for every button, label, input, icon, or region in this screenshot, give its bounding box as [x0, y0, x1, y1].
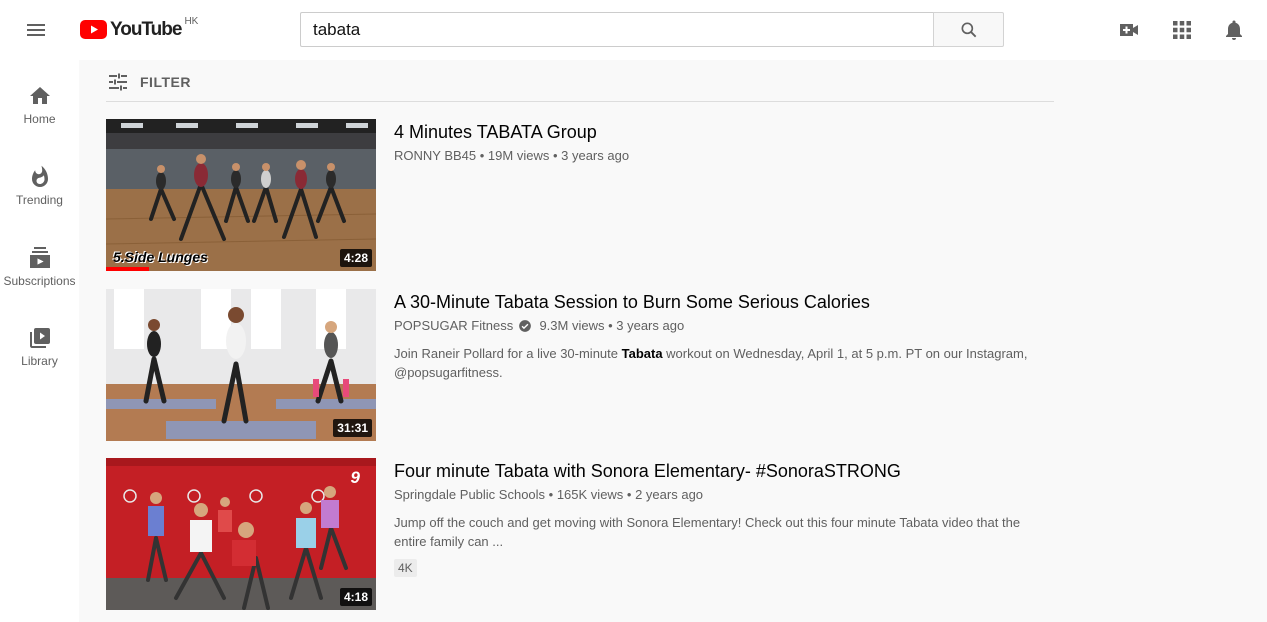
thumbnail-caption: 5.Side Lunges	[113, 249, 208, 265]
sidebar-item-subscriptions[interactable]: Subscriptions	[0, 222, 79, 296]
verified-check-icon	[519, 319, 532, 332]
guide-menu-button[interactable]	[24, 18, 48, 42]
sidebar-item-home[interactable]: Home	[0, 60, 79, 134]
upload-age: 2 years ago	[635, 487, 704, 502]
video-title[interactable]: A 30-Minute Tabata Session to Burn Some …	[394, 292, 870, 313]
quality-badge: 4K	[394, 559, 417, 577]
apps-grid-icon	[1173, 21, 1191, 39]
channel-name[interactable]: RONNY BB45	[394, 148, 476, 163]
channel-name[interactable]: POPSUGAR Fitness	[394, 318, 513, 333]
description-highlight: Tabata	[621, 346, 663, 361]
thumbnail-number: 9	[350, 468, 360, 487]
view-count: 165K views	[556, 487, 624, 502]
masthead: YouTube HK	[0, 0, 1267, 60]
video-thumbnail[interactable]: 31:31	[106, 289, 376, 441]
upload-age: 3 years ago	[561, 148, 630, 163]
video-description: Join Raneir Pollard for a live 30-minute…	[394, 344, 1044, 382]
search-button[interactable]	[933, 12, 1004, 47]
video-result[interactable]: 9 4:18 Four minute Tabata with Sonora El…	[106, 458, 1054, 610]
meta-separator: •	[623, 487, 636, 502]
video-duration: 31:31	[333, 419, 372, 437]
meta-separator: •	[604, 318, 617, 333]
sidebar-item-label: Library	[21, 354, 58, 368]
video-title[interactable]: 4 Minutes TABATA Group	[394, 122, 597, 143]
video-duration: 4:18	[339, 588, 372, 606]
region-code: HK	[184, 16, 199, 27]
subscriptions-icon	[29, 247, 50, 268]
youtube-play-icon	[80, 20, 107, 39]
filter-sliders-icon	[109, 73, 127, 91]
sidebar-item-trending[interactable]: Trending	[0, 141, 79, 215]
video-metadata: POPSUGAR Fitness 9.3M views • 3 years ag…	[394, 318, 684, 333]
video-camera-plus-icon	[1120, 24, 1138, 36]
view-count: 19M views	[487, 148, 550, 163]
sidebar-item-label: Trending	[16, 193, 63, 207]
apps-button[interactable]	[1170, 18, 1194, 42]
sidebar-item-label: Home	[23, 112, 56, 126]
view-count: 9.3M views	[539, 318, 605, 333]
watch-progress-bar	[106, 267, 150, 271]
create-video-button[interactable]	[1117, 18, 1141, 42]
filter-label: FILTER	[140, 74, 191, 90]
video-metadata: Springdale Public Schools • 165K views •…	[394, 487, 703, 502]
upload-age: 3 years ago	[616, 318, 685, 333]
library-icon	[29, 328, 50, 348]
meta-separator: •	[545, 487, 557, 502]
meta-separator	[532, 318, 539, 333]
video-thumbnail[interactable]: 9 4:18	[106, 458, 376, 610]
video-description: Jump off the couch and get moving with S…	[394, 515, 1021, 549]
mini-guide: Home Trending Subscriptions Library	[0, 60, 79, 622]
meta-separator: •	[549, 148, 562, 163]
home-icon	[29, 87, 50, 104]
filter-bar: FILTER	[106, 62, 1054, 102]
gym-kids-scene-image	[106, 458, 376, 610]
sidebar-item-label: Subscriptions	[3, 274, 76, 288]
video-metadata: RONNY BB45 • 19M views • 3 years ago	[394, 148, 629, 163]
logo-text: YouTube	[110, 19, 182, 40]
hamburger-icon	[27, 24, 45, 36]
search-icon	[961, 22, 976, 37]
youtube-logo[interactable]: YouTube HK	[80, 16, 199, 42]
channel-name[interactable]: Springdale Public Schools	[394, 487, 545, 502]
video-duration: 4:28	[339, 249, 372, 267]
bell-icon	[1226, 20, 1242, 40]
sidebar-item-library[interactable]: Library	[0, 302, 79, 376]
video-title[interactable]: Four minute Tabata with Sonora Elementar…	[394, 461, 901, 482]
video-result[interactable]: 31:31 A 30-Minute Tabata Session to Burn…	[106, 289, 1054, 441]
video-thumbnail[interactable]: 5.Side Lunges 4:28	[106, 119, 376, 271]
description-text: Join Raneir Pollard for a live 30-minute	[394, 346, 622, 361]
video-result[interactable]: 5.Side Lunges 4:28 4 Minutes TABATA Grou…	[106, 119, 1054, 271]
filter-button[interactable]: FILTER	[106, 70, 191, 94]
meta-separator: •	[476, 148, 488, 163]
flame-icon	[31, 165, 48, 187]
notifications-button[interactable]	[1222, 18, 1246, 42]
search-input[interactable]	[300, 12, 934, 47]
